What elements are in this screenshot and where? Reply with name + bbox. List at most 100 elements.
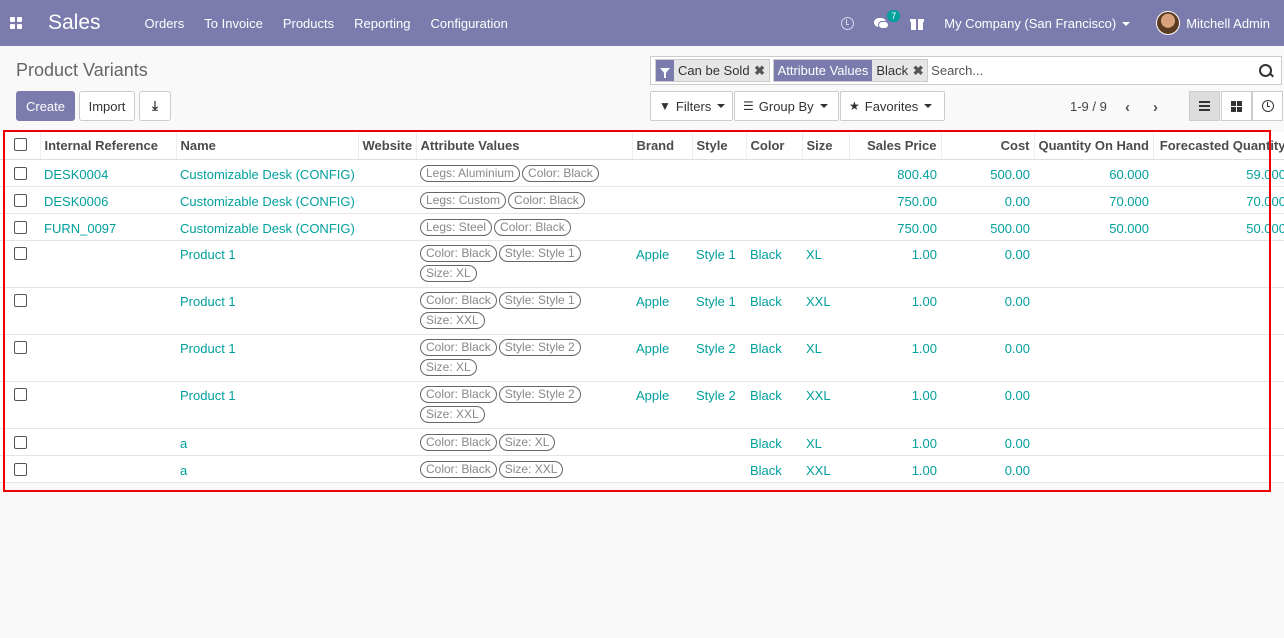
color-cell[interactable] [746,213,802,241]
style-cell[interactable]: Style 2 [692,381,746,429]
table-row[interactable]: Product 1 Color: Black Style: Style 2 Size:… [0,381,1284,429]
row-checkbox[interactable] [14,220,27,234]
apps-menu-icon[interactable] [0,0,32,46]
forecasted-quantity-cell[interactable] [1153,334,1284,382]
menu-reporting[interactable]: Reporting [354,16,410,31]
brand-cell[interactable] [632,428,692,456]
remove-facet-icon[interactable]: ✖ [754,63,766,79]
column-quantity-on-hand[interactable]: Quantity On Hand [1034,132,1154,160]
sales-price-cell[interactable]: 1.00 [849,240,941,288]
size-cell[interactable]: XL [802,428,849,456]
table-row[interactable]: Product 1 Color: Black Style: Style 1 Size:… [0,287,1284,335]
cost-cell[interactable]: 0.00 [941,334,1034,382]
internal-reference-cell[interactable] [40,381,176,429]
quantity-on-hand-cell[interactable]: 70.000 [1034,186,1153,214]
row-checkbox[interactable] [14,293,27,307]
name-cell[interactable]: Product 1 [176,287,358,335]
column-size[interactable]: Size [802,132,850,160]
column-internal-reference[interactable]: Internal Reference [40,132,177,160]
size-cell[interactable]: XXL [802,455,849,483]
size-cell[interactable]: XL [802,240,849,288]
internal-reference-cell[interactable] [40,287,176,335]
size-cell[interactable] [802,186,849,214]
name-cell[interactable]: Customizable Desk (CONFIG) [176,213,358,241]
color-cell[interactable]: Black [746,334,802,382]
internal-reference-cell[interactable] [40,334,176,382]
color-cell[interactable]: Black [746,240,802,288]
brand-cell[interactable]: Apple [632,334,692,382]
quantity-on-hand-cell[interactable] [1034,381,1153,429]
name-cell[interactable]: Customizable Desk (CONFIG) [176,186,358,214]
column-forecasted-quantity[interactable]: Forecasted Quantity [1153,132,1284,160]
forecasted-quantity-cell[interactable]: 70.000 [1153,186,1284,214]
name-cell[interactable]: Product 1 [176,381,358,429]
row-checkbox[interactable] [14,435,27,449]
color-cell[interactable]: Black [746,287,802,335]
style-cell[interactable] [692,186,746,214]
column-name[interactable]: Name [176,132,359,160]
gift-icon[interactable] [910,17,925,30]
column-brand[interactable]: Brand [632,132,693,160]
color-cell[interactable]: Black [746,455,802,483]
table-row[interactable]: FURN_0097 Customizable Desk (CONFIG) Legs:… [0,213,1284,241]
sales-price-cell[interactable]: 750.00 [849,213,941,241]
app-name[interactable]: Sales [48,11,101,35]
brand-cell[interactable]: Apple [632,287,692,335]
row-checkbox[interactable] [14,462,27,476]
table-row[interactable]: Product 1 Color: Black Style: Style 1 Size:… [0,240,1284,288]
row-checkbox[interactable] [14,193,27,207]
kanban-view-button[interactable] [1221,91,1252,121]
size-cell[interactable] [802,159,849,187]
table-row[interactable]: a Color: Black Size: XXL Black XXL 1.00 0.00 [0,455,1284,483]
list-view-button[interactable] [1189,91,1220,121]
forecasted-quantity-cell[interactable] [1153,455,1284,483]
internal-reference-cell[interactable]: DESK0006 [40,186,176,214]
style-cell[interactable]: Style 2 [692,334,746,382]
remove-facet-icon[interactable]: ✖ [912,63,924,79]
color-cell[interactable] [746,186,802,214]
brand-cell[interactable]: Apple [632,240,692,288]
create-button[interactable]: Create [16,91,75,121]
avatar[interactable] [1156,11,1181,35]
menu-products[interactable]: Products [283,16,334,31]
cost-cell[interactable]: 0.00 [941,186,1034,214]
row-checkbox[interactable] [14,166,27,180]
style-cell[interactable] [692,159,746,187]
style-cell[interactable]: Style 1 [692,287,746,335]
color-cell[interactable]: Black [746,428,802,456]
column-cost[interactable]: Cost [941,132,1035,160]
column-sales-price[interactable]: Sales Price [849,132,942,160]
search-icon[interactable] [1255,60,1277,82]
style-cell[interactable]: Style 1 [692,240,746,288]
activity-view-button[interactable] [1252,91,1283,121]
name-cell[interactable]: a [176,455,358,483]
forecasted-quantity-cell[interactable] [1153,287,1284,335]
brand-cell[interactable] [632,159,692,187]
download-button[interactable]: ⤓ [139,91,171,121]
import-button[interactable]: Import [79,91,135,121]
cost-cell[interactable]: 0.00 [941,240,1034,288]
column-attribute-values[interactable]: Attribute Values [416,132,633,160]
quantity-on-hand-cell[interactable] [1034,287,1153,335]
table-row[interactable]: DESK0004 Customizable Desk (CONFIG) Legs: … [0,159,1284,187]
forecasted-quantity-cell[interactable]: 59.000 [1153,159,1284,187]
size-cell[interactable]: XXL [802,381,849,429]
menu-to-invoice[interactable]: To Invoice [204,16,263,31]
menu-configuration[interactable]: Configuration [431,16,508,31]
row-checkbox[interactable] [14,387,27,401]
table-row[interactable]: DESK0006 Customizable Desk (CONFIG) Legs: … [0,186,1284,214]
pager-previous-icon[interactable]: ‹ [1125,99,1130,116]
table-row[interactable]: Product 1 Color: Black Style: Style 2 Size:… [0,334,1284,382]
cost-cell[interactable]: 500.00 [941,159,1034,187]
size-cell[interactable]: XXL [802,287,849,335]
style-cell[interactable] [692,213,746,241]
forecasted-quantity-cell[interactable] [1153,428,1284,456]
activity-clock-icon[interactable] [841,16,855,30]
forecasted-quantity-cell[interactable] [1153,240,1284,288]
favorites-dropdown[interactable]: ★ Favorites [840,91,945,121]
row-checkbox[interactable] [14,340,27,354]
sales-price-cell[interactable]: 1.00 [849,428,941,456]
sales-price-cell[interactable]: 1.00 [849,287,941,335]
row-checkbox[interactable] [14,246,27,260]
cost-cell[interactable]: 0.00 [941,287,1034,335]
